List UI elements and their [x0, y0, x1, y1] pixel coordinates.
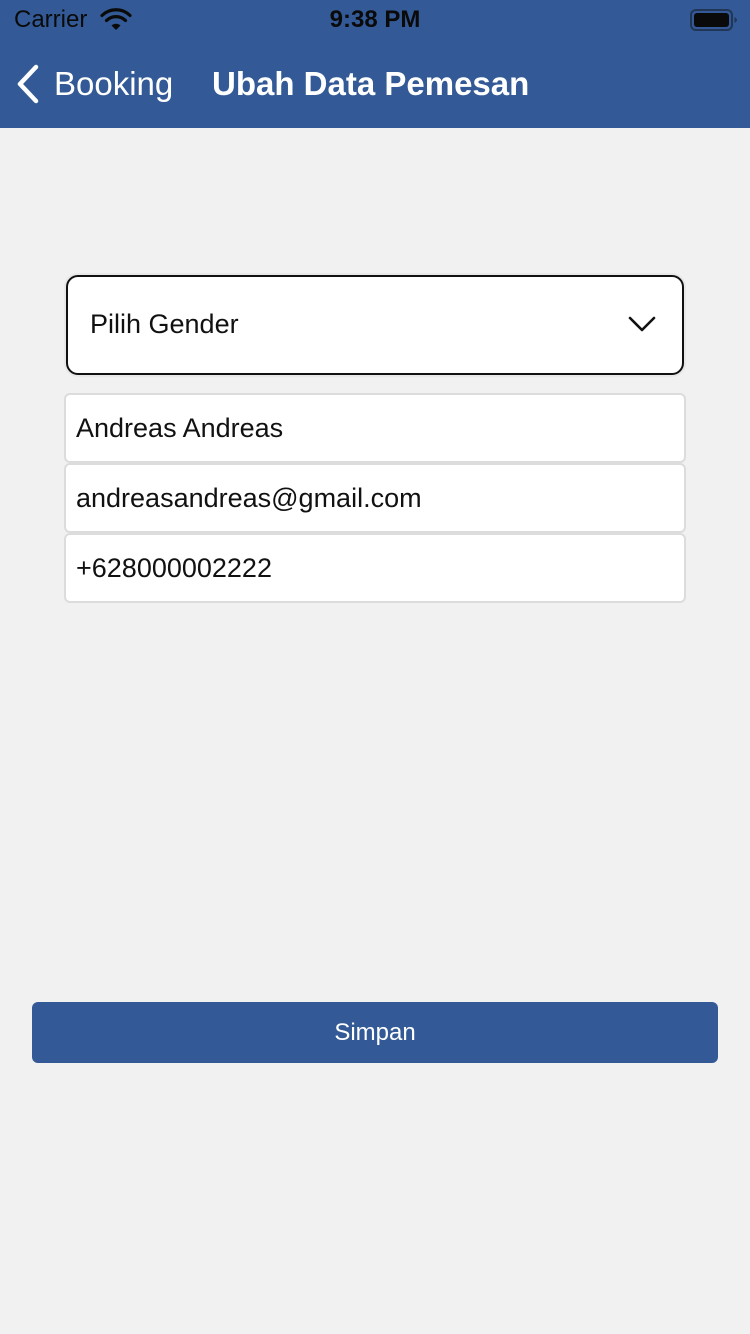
page-title: Ubah Data Pemesan	[212, 65, 530, 102]
clock: 9:38 PM	[329, 6, 421, 33]
chevron-down-icon	[628, 316, 656, 332]
back-label: Booking	[54, 65, 174, 102]
chevron-left-icon	[17, 64, 39, 104]
status-bar: Carrier 9:38 PM	[0, 0, 750, 40]
gender-select[interactable]: Pilih Gender	[66, 275, 684, 375]
email-input[interactable]	[66, 482, 684, 514]
phone-input[interactable]	[66, 552, 684, 584]
battery-icon	[690, 9, 737, 31]
navigation-bar: Booking Ubah Data Pemesan	[0, 40, 750, 128]
gender-select-label: Pilih Gender	[90, 309, 239, 339]
back-button[interactable]: Booking	[14, 60, 173, 108]
app-header: Carrier 9:38 PM Booking Ubah Data Pemesa…	[0, 0, 750, 128]
phone-field[interactable]	[64, 533, 686, 603]
save-button[interactable]: Simpan	[32, 1002, 718, 1063]
name-input[interactable]	[66, 412, 684, 444]
name-field[interactable]	[64, 393, 686, 463]
email-field[interactable]	[64, 463, 686, 533]
gender-select-container: Pilih Gender	[64, 273, 686, 377]
